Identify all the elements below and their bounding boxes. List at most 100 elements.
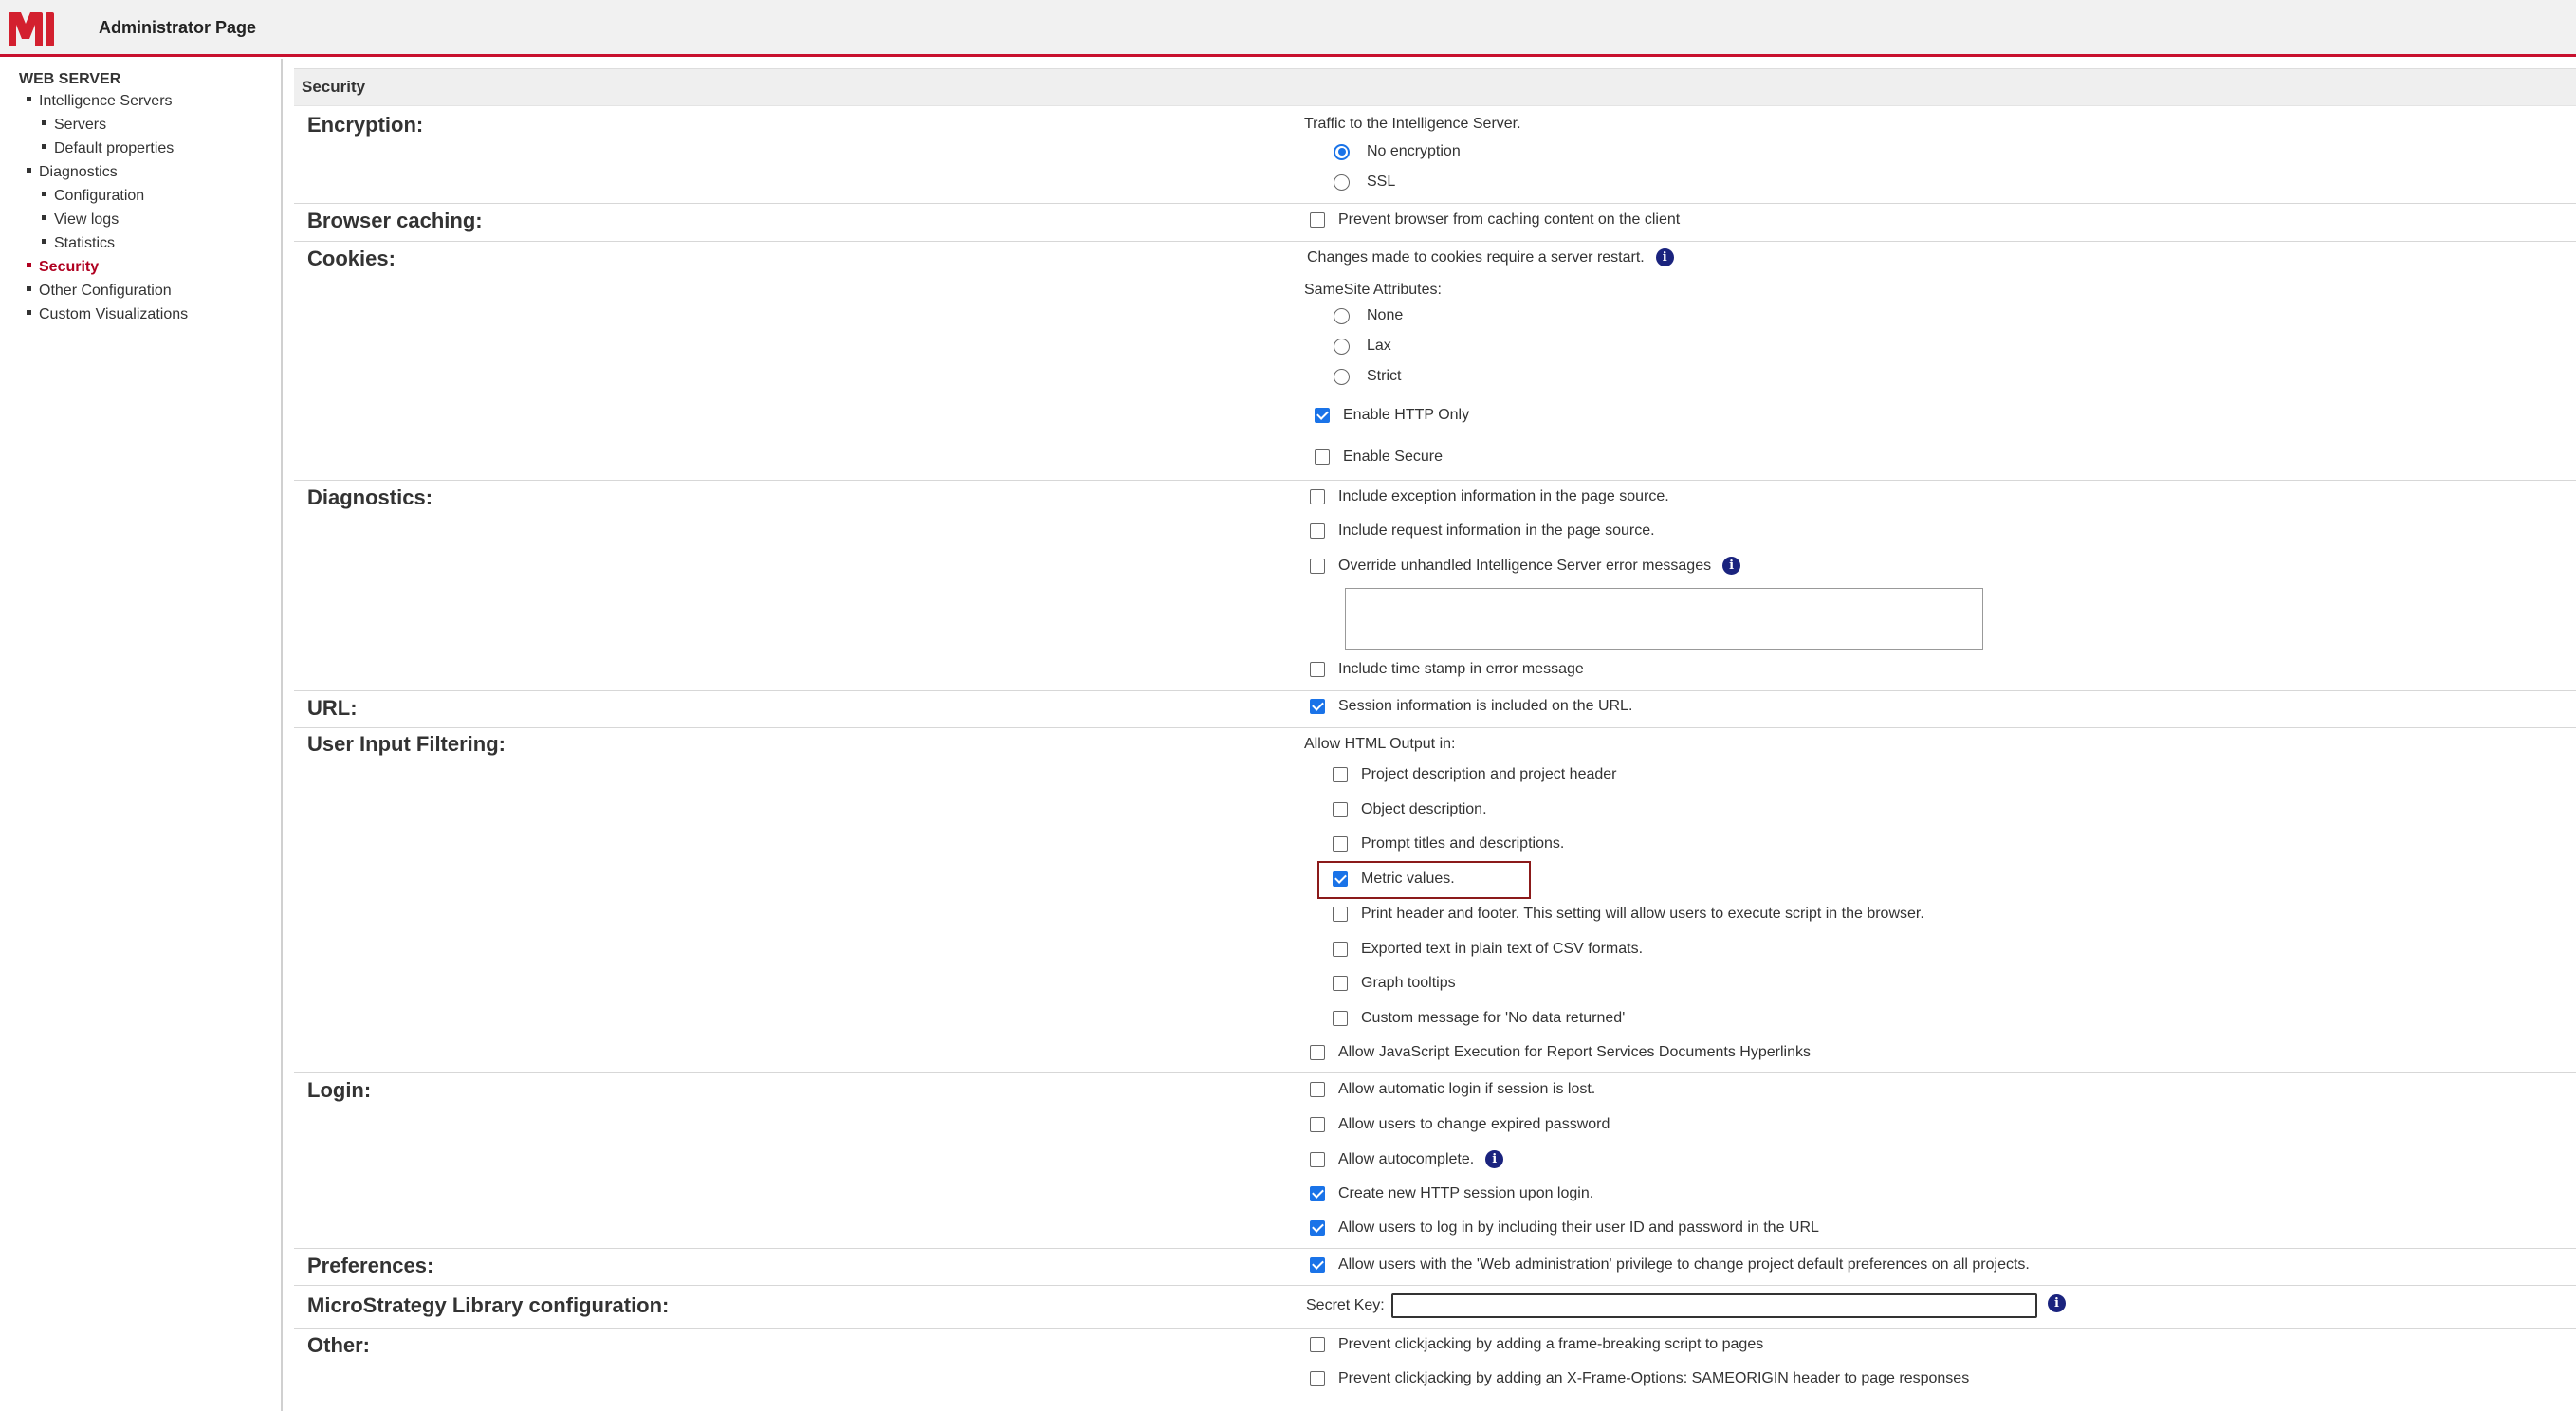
checkbox-session-info-in-url[interactable]: Session information is included on the U… — [1310, 698, 1632, 715]
checkbox-html-project-description[interactable]: Project description and project header — [1333, 766, 1617, 783]
bullet-icon — [27, 168, 31, 174]
checkbox[interactable] — [1333, 836, 1348, 852]
checkbox-include-time-stamp[interactable]: Include time stamp in error message — [1310, 661, 1584, 678]
checkbox-html-no-data-message[interactable]: Custom message for 'No data returned' — [1333, 1010, 1625, 1027]
checkbox-label: Graph tooltips — [1361, 975, 1456, 991]
checkbox-automatic-login[interactable]: Allow automatic login if session is lost… — [1310, 1081, 1595, 1098]
radio-button[interactable] — [1334, 174, 1350, 191]
checkbox[interactable] — [1310, 1337, 1325, 1352]
nav-item-configuration[interactable]: Configuration — [42, 188, 144, 205]
secret-key-label: Secret Key: — [1306, 1297, 1385, 1313]
microstrategy-logo-icon[interactable] — [8, 11, 55, 47]
checkbox-enable-secure[interactable]: Enable Secure — [1315, 449, 1443, 466]
encryption-caption: Traffic to the Intelligence Server. — [1304, 116, 1521, 132]
nav-item-intelligence-servers[interactable]: Intelligence Servers — [27, 93, 173, 110]
checkbox-frame-breaking-script[interactable]: Prevent clickjacking by adding a frame-b… — [1310, 1336, 1763, 1353]
checkbox[interactable] — [1333, 871, 1348, 887]
checkbox[interactable] — [1310, 212, 1325, 228]
secret-key-info: i — [2036, 1294, 2066, 1312]
checkbox-new-http-session[interactable]: Create new HTTP session upon login. — [1310, 1185, 1593, 1202]
radio-label: No encryption — [1367, 143, 1461, 159]
nav-item-view-logs[interactable]: View logs — [42, 211, 119, 229]
radio-samesite-none[interactable]: None — [1334, 307, 1403, 324]
nav-item-label: Servers — [54, 117, 107, 133]
checkbox[interactable] — [1333, 907, 1348, 922]
radio-button[interactable] — [1334, 338, 1350, 355]
checkbox-include-request-info[interactable]: Include request information in the page … — [1310, 522, 1655, 540]
checkbox-html-prompt-titles[interactable]: Prompt titles and descriptions. — [1333, 835, 1564, 852]
override-message-textarea[interactable] — [1345, 588, 1983, 650]
info-icon[interactable]: i — [1655, 248, 1674, 266]
nav-item-label: Configuration — [54, 188, 145, 204]
checkbox-prevent-browser-caching[interactable]: Prevent browser from caching content on … — [1310, 211, 1680, 229]
radio-samesite-strict[interactable]: Strict — [1334, 368, 1401, 385]
checkbox-html-print-header-footer[interactable]: Print header and footer. This setting wi… — [1333, 906, 1924, 923]
radio-ssl[interactable]: SSL — [1334, 174, 1395, 191]
checkbox[interactable] — [1310, 1045, 1325, 1060]
checkbox-allow-javascript-hyperlinks[interactable]: Allow JavaScript Execution for Report Se… — [1310, 1044, 1811, 1061]
nav-item-custom-visualizations[interactable]: Custom Visualizations — [27, 306, 188, 323]
section-divider — [294, 690, 2576, 691]
checkbox[interactable] — [1333, 976, 1348, 991]
info-icon[interactable]: i — [2048, 1294, 2066, 1312]
checkbox[interactable] — [1333, 1011, 1348, 1026]
checkbox[interactable] — [1310, 523, 1325, 539]
checkbox[interactable] — [1315, 408, 1330, 423]
checkbox-x-frame-options[interactable]: Prevent clickjacking by adding an X-Fram… — [1310, 1370, 1969, 1387]
checkbox[interactable] — [1310, 1186, 1325, 1201]
checkbox-label: Allow users to change expired password — [1338, 1116, 1610, 1132]
bullet-icon — [42, 120, 46, 126]
checkbox-enable-http-only[interactable]: Enable HTTP Only — [1315, 407, 1469, 424]
app-title: Administrator Page — [99, 18, 257, 37]
checkbox[interactable] — [1310, 1371, 1325, 1386]
section-label-library-configuration: MicroStrategy Library configuration: — [307, 1293, 670, 1317]
checkbox[interactable] — [1333, 767, 1348, 782]
nav-item-default-properties[interactable]: Default properties — [42, 140, 174, 157]
checkbox[interactable] — [1310, 489, 1325, 504]
checkbox-change-expired-password[interactable]: Allow users to change expired password — [1310, 1116, 1610, 1133]
nav-item-label: Diagnostics — [39, 164, 118, 180]
section-divider — [294, 480, 2576, 481]
checkbox[interactable] — [1310, 699, 1325, 714]
info-icon[interactable]: i — [1485, 1150, 1504, 1168]
checkbox[interactable] — [1310, 662, 1325, 677]
secret-key-input[interactable] — [1391, 1293, 2037, 1318]
checkbox[interactable] — [1310, 558, 1325, 574]
checkbox-label: Exported text in plain text of CSV forma… — [1361, 941, 1644, 957]
checkbox[interactable] — [1310, 1117, 1325, 1132]
nav-item-other-configuration[interactable]: Other Configuration — [27, 283, 172, 300]
nav-item-servers[interactable]: Servers — [42, 117, 106, 134]
nav-item-security[interactable]: Security — [27, 259, 99, 276]
checkbox[interactable] — [1310, 1220, 1325, 1236]
section-label-encryption: Encryption: — [307, 113, 424, 137]
radio-no-encryption[interactable]: No encryption — [1334, 143, 1461, 160]
checkbox-html-graph-tooltips[interactable]: Graph tooltips — [1333, 975, 1456, 992]
checkbox[interactable] — [1315, 449, 1330, 465]
radio-button[interactable] — [1334, 368, 1350, 385]
checkbox-web-admin-preferences[interactable]: Allow users with the 'Web administration… — [1310, 1256, 2030, 1274]
radio-button[interactable] — [1334, 143, 1350, 160]
checkbox[interactable] — [1333, 802, 1348, 817]
info-icon[interactable]: i — [1722, 557, 1741, 575]
checkbox-label: Print header and footer. This setting wi… — [1361, 906, 1924, 922]
nav-item-diagnostics[interactable]: Diagnostics — [27, 164, 118, 181]
checkbox[interactable] — [1310, 1151, 1325, 1167]
radio-button[interactable] — [1334, 307, 1350, 324]
checkbox[interactable] — [1333, 942, 1348, 957]
bullet-icon — [27, 263, 31, 268]
checkbox-override-error-messages[interactable]: Override unhandled Intelligence Server e… — [1310, 557, 1741, 575]
checkbox[interactable] — [1310, 1257, 1325, 1273]
checkbox-html-exported-text[interactable]: Exported text in plain text of CSV forma… — [1333, 941, 1643, 958]
checkbox-include-exception-info[interactable]: Include exception information in the pag… — [1310, 488, 1669, 505]
nav-item-statistics[interactable]: Statistics — [42, 235, 115, 252]
section-label-login: Login: — [307, 1078, 372, 1102]
checkbox-allow-autocomplete[interactable]: Allow autocomplete. i — [1310, 1150, 1504, 1168]
radio-label: Strict — [1367, 368, 1402, 384]
section-label-url: URL: — [307, 696, 358, 720]
checkbox-login-via-url[interactable]: Allow users to log in by including their… — [1310, 1219, 1819, 1237]
checkbox-html-object-description[interactable]: Object description. — [1333, 801, 1487, 818]
radio-samesite-lax[interactable]: Lax — [1334, 338, 1391, 355]
checkbox[interactable] — [1310, 1082, 1325, 1097]
checkbox-html-metric-values[interactable]: Metric values. — [1333, 870, 1455, 888]
checkbox-label: Include request information in the page … — [1338, 522, 1655, 539]
